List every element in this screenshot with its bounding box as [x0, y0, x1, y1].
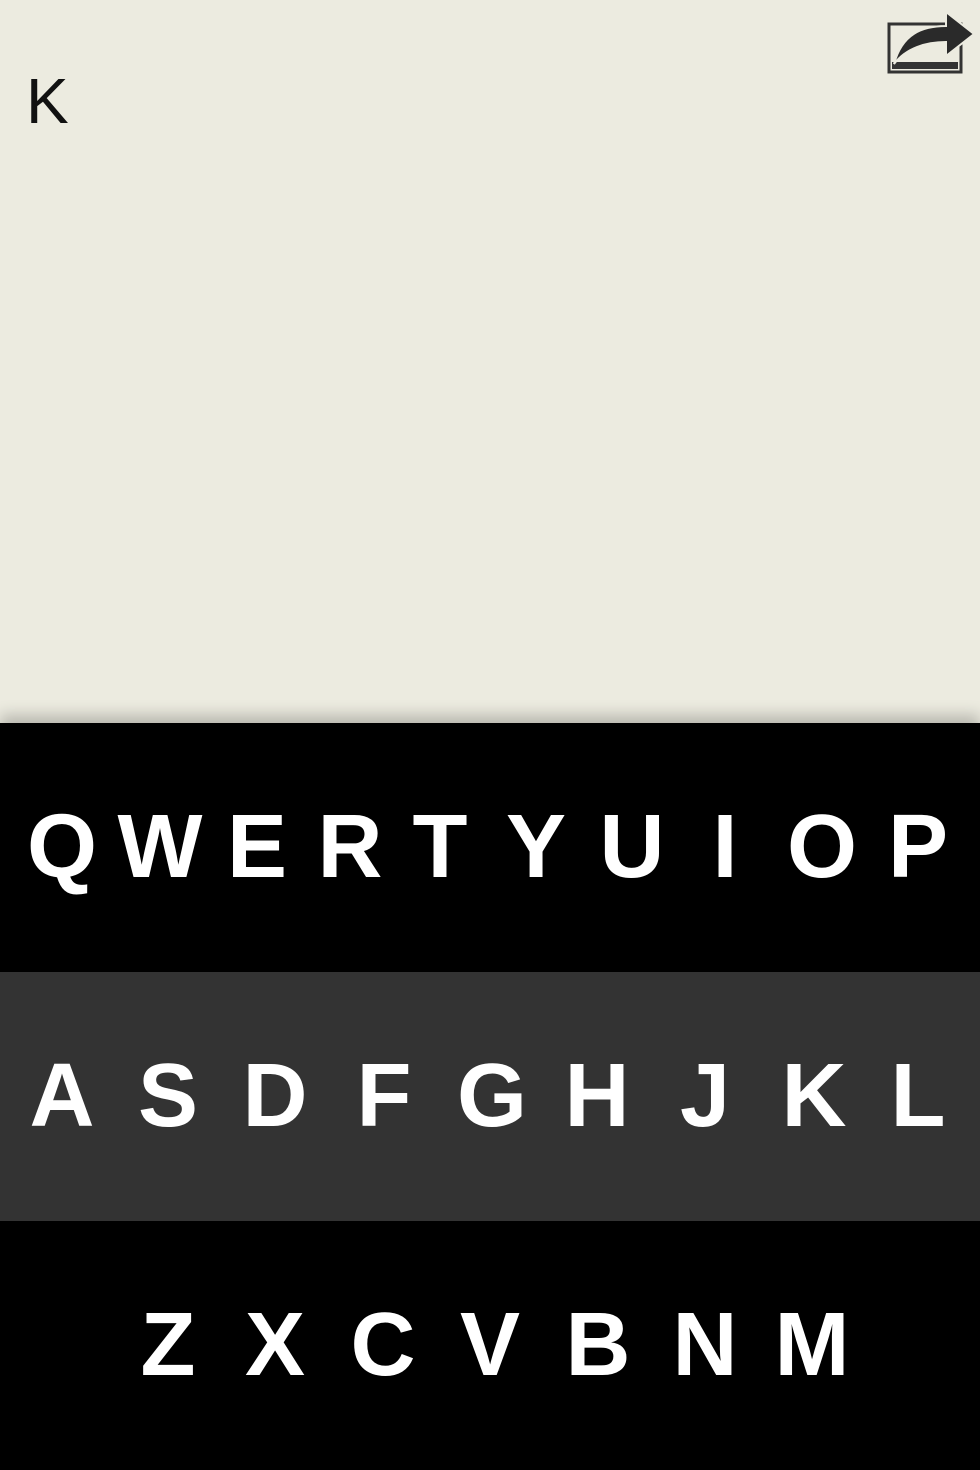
key-u[interactable]: U	[582, 723, 682, 972]
key-a[interactable]: A	[12, 972, 112, 1221]
key-i[interactable]: I	[675, 723, 775, 972]
key-r[interactable]: R	[300, 723, 400, 972]
key-n[interactable]: N	[655, 1221, 755, 1470]
key-g[interactable]: G	[442, 972, 542, 1221]
key-w[interactable]: W	[110, 723, 210, 972]
key-s[interactable]: S	[118, 972, 218, 1221]
keyboard-row-1: Q W E R T Y U I O P	[0, 723, 980, 972]
key-e[interactable]: E	[207, 723, 307, 972]
key-l[interactable]: L	[868, 972, 968, 1221]
typed-text[interactable]: K	[26, 66, 69, 136]
app-screen: K Q W E R T Y U I O P A S D F G H J K L …	[0, 0, 980, 1470]
key-p[interactable]: P	[868, 723, 968, 972]
key-d[interactable]: D	[225, 972, 325, 1221]
keyboard-row-3: Z X C V B N M	[0, 1221, 980, 1470]
text-editor-area[interactable]: K	[0, 0, 980, 723]
key-q[interactable]: Q	[12, 723, 112, 972]
share-arrow-icon	[887, 9, 976, 74]
key-x[interactable]: X	[225, 1221, 325, 1470]
key-t[interactable]: T	[390, 723, 490, 972]
key-b[interactable]: B	[548, 1221, 648, 1470]
key-v[interactable]: V	[440, 1221, 540, 1470]
key-z[interactable]: Z	[118, 1221, 218, 1470]
key-y[interactable]: Y	[486, 723, 586, 972]
key-m[interactable]: M	[762, 1221, 862, 1470]
keyboard: Q W E R T Y U I O P A S D F G H J K L Z …	[0, 723, 980, 1470]
key-c[interactable]: C	[333, 1221, 433, 1470]
key-j[interactable]: J	[655, 972, 755, 1221]
keyboard-row-2: A S D F G H J K L	[0, 972, 980, 1221]
key-h[interactable]: H	[547, 972, 647, 1221]
share-button[interactable]	[884, 0, 976, 78]
key-f[interactable]: F	[334, 972, 434, 1221]
key-k[interactable]: K	[764, 972, 864, 1221]
key-o[interactable]: O	[772, 723, 872, 972]
